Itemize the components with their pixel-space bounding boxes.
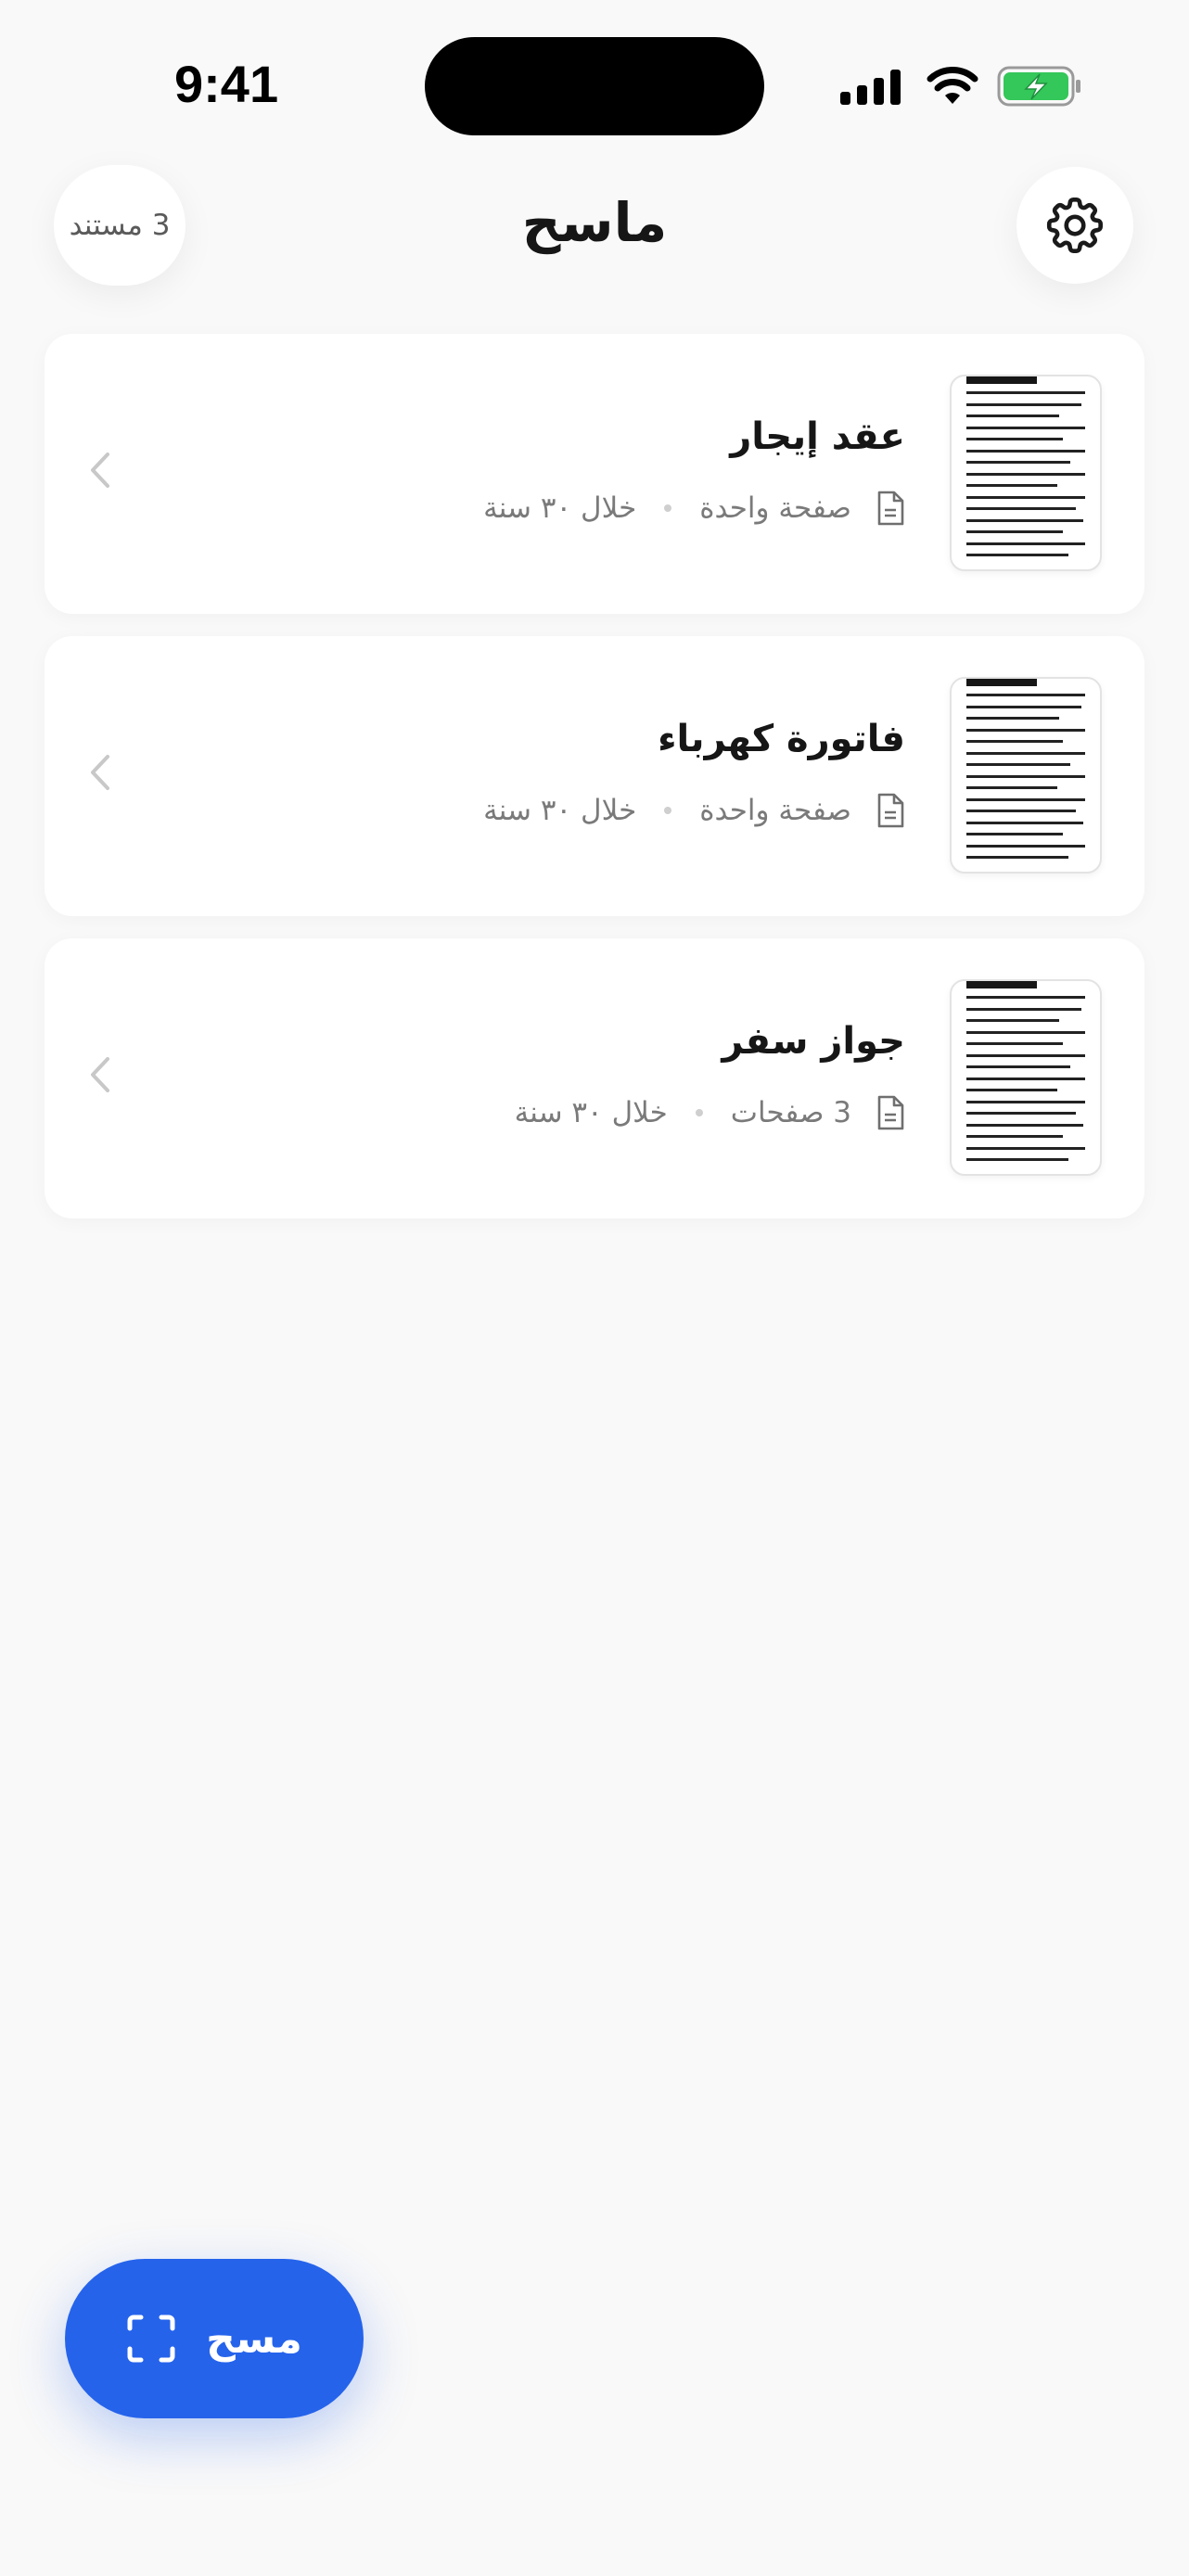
thumbnail-text-line [966, 1030, 1085, 1034]
thumbnail-text-line [966, 391, 1085, 394]
thumbnail-header-bar [966, 679, 1037, 686]
thumbnail-text-line [966, 833, 1063, 835]
thumbnail-text-line [966, 542, 1085, 545]
document-expiry: خلال ٣٠ سنة [483, 794, 637, 827]
thumbnail-text-line [966, 751, 1085, 755]
thumbnail-text-line [966, 1089, 1057, 1091]
document-card[interactable]: جواز سفر 3 صفحات خلال ٣٠ سنة [45, 938, 1144, 1218]
thumbnail-text-line [966, 426, 1085, 429]
status-icons [840, 63, 1082, 109]
document-title: عقد إيجار [730, 415, 905, 458]
separator-dot [695, 1109, 703, 1116]
document-title: جواز سفر [722, 1020, 905, 1063]
file-icon [877, 1095, 904, 1130]
document-page-count: 3 صفحات [730, 1096, 851, 1129]
thumbnail-text-line [966, 740, 1063, 743]
document-expiry: خلال ٣٠ سنة [483, 491, 637, 525]
document-expiry: خلال ٣٠ سنة [514, 1096, 668, 1129]
chevron-left-icon [91, 755, 109, 790]
thumbnail-text-line [966, 786, 1057, 789]
thumbnail-text-line [966, 797, 1085, 801]
gear-icon [1046, 197, 1103, 254]
document-title: فاتورة كهرباء [658, 718, 905, 760]
thumbnail-text-line [966, 728, 1085, 732]
thumbnail-text-line [966, 518, 1083, 522]
thumbnail-text-line [966, 694, 1085, 696]
thumbnail-text-line [966, 449, 1085, 453]
document-meta: صفحة واحدة خلال ٣٠ سنة [483, 490, 905, 527]
header: 3 مستند ماسح [0, 165, 1189, 289]
thumbnail-text-line [966, 763, 1070, 766]
document-card[interactable]: فاتورة كهرباء صفحة واحدة خلال ٣٠ سنة [45, 636, 1144, 916]
status-bar: 9:41 [0, 0, 1189, 158]
thumbnail-text-line [966, 705, 1081, 708]
separator-dot [664, 504, 672, 512]
cellular-signal-icon [840, 68, 901, 105]
thumbnail-text-line [966, 1019, 1059, 1022]
thumbnail-text-line [966, 844, 1085, 848]
thumbnail-text-line [966, 484, 1057, 487]
document-thumbnail [950, 979, 1102, 1176]
thumbnail-text-line [966, 1123, 1083, 1127]
thumbnail-text-line [966, 1135, 1063, 1138]
thumbnail-header-bar [966, 376, 1037, 384]
document-meta: 3 صفحات خلال ٣٠ سنة [515, 1094, 905, 1131]
document-card[interactable]: عقد إيجار صفحة واحدة خلال ٣٠ سنة [45, 334, 1144, 614]
thumbnail-text-line [966, 717, 1059, 720]
thumbnail-text-line [966, 554, 1068, 556]
scan-button[interactable]: مسح [65, 2259, 364, 2418]
thumbnail-text-line [966, 1077, 1085, 1080]
thumbnail-text-line [966, 402, 1081, 406]
separator-dot [664, 807, 672, 814]
thumbnail-text-line [966, 1053, 1085, 1057]
thumbnail-text-line [966, 438, 1063, 440]
thumbnail-text-line [966, 507, 1076, 510]
thumbnail-text-line [966, 1065, 1070, 1068]
thumbnail-text-line [966, 495, 1085, 499]
dynamic-island [425, 37, 764, 135]
thumbnail-text-line [966, 414, 1059, 417]
wifi-icon [927, 67, 978, 104]
thumbnail-text-line [966, 774, 1085, 778]
document-meta: صفحة واحدة خلال ٣٠ سنة [483, 792, 905, 829]
document-thumbnail [950, 375, 1102, 571]
battery-charging-icon [997, 66, 1080, 107]
file-icon [877, 491, 904, 526]
thumbnail-text-line [966, 1100, 1085, 1103]
page-title: ماسح [521, 191, 668, 254]
scan-button-label: مسح [206, 2315, 302, 2363]
thumbnail-text-line [966, 1158, 1068, 1161]
document-page-count: صفحة واحدة [699, 491, 851, 525]
thumbnail-text-line [966, 996, 1085, 999]
thumbnail-text-line [966, 856, 1068, 859]
thumbnail-text-line [966, 821, 1083, 824]
thumbnail-header-bar [966, 981, 1037, 988]
thumbnail-text-line [966, 1112, 1076, 1115]
settings-button[interactable] [1016, 167, 1133, 284]
document-page-count: صفحة واحدة [699, 794, 851, 827]
thumbnail-text-line [966, 810, 1076, 812]
thumbnail-text-line [966, 1042, 1063, 1045]
chevron-left-icon [91, 453, 109, 488]
chevron-left-icon [91, 1057, 109, 1092]
thumbnail-text-line [966, 461, 1070, 464]
file-icon [877, 793, 904, 828]
thumbnail-text-line [966, 1146, 1085, 1150]
thumbnail-text-line [966, 1007, 1081, 1011]
thumbnail-text-line [966, 472, 1085, 476]
thumbnail-text-line [966, 530, 1063, 533]
status-time: 9:41 [174, 55, 279, 113]
document-thumbnail [950, 677, 1102, 874]
scan-frame-icon [127, 2315, 175, 2363]
document-list: عقد إيجار صفحة واحدة خلال ٣٠ سنة فاتورة … [45, 334, 1144, 1241]
